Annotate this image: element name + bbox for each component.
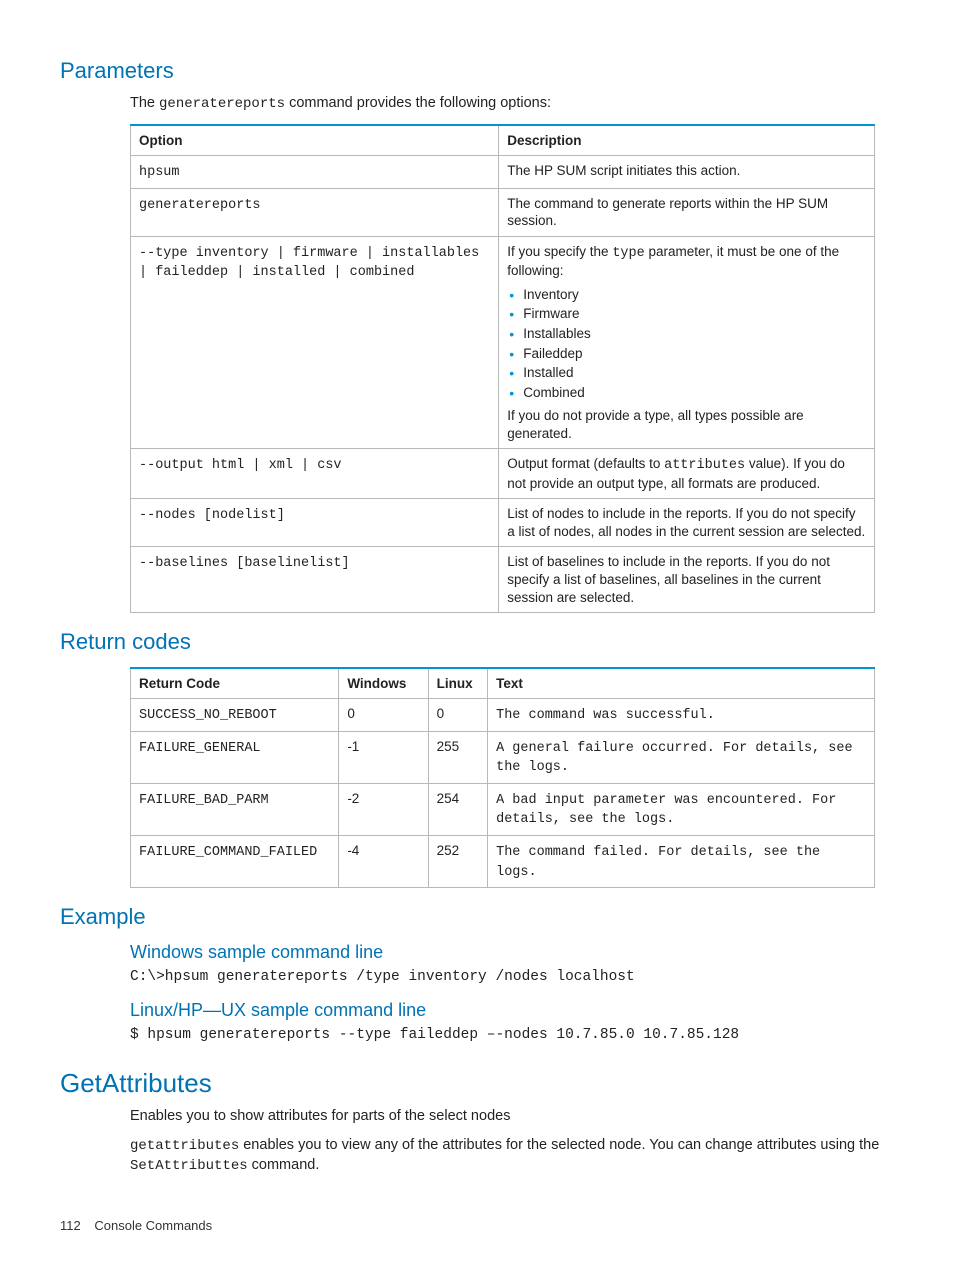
page-footer: 112 Console Commands	[60, 1217, 212, 1235]
option-cell: generatereports	[139, 198, 261, 213]
option-cell: --nodes [nodelist]	[139, 508, 285, 523]
table-row: FAILURE_GENERAL -1 255 A general failure…	[131, 731, 875, 783]
rc-code: FAILURE_GENERAL	[139, 741, 261, 756]
page-number: 112	[60, 1218, 81, 1233]
intro-suffix: command provides the following options:	[285, 95, 551, 111]
option-cell: --baselines [baselinelist]	[139, 556, 350, 571]
table-row: FAILURE_COMMAND_FAILED -4 252 The comman…	[131, 836, 875, 888]
heading-example: Example	[60, 902, 894, 932]
linux-command-line: $ hpsum generatereports --type faileddep…	[130, 1026, 894, 1046]
table-row: SUCCESS_NO_REBOOT 0 0 The command was su…	[131, 699, 875, 732]
table-row: generatereports The command to generate …	[131, 188, 875, 236]
options-table: Option Description hpsum The HP SUM scri…	[130, 124, 875, 613]
rc-th-text: Text	[488, 668, 875, 699]
rc-th-code: Return Code	[131, 668, 339, 699]
rc-text: The command failed. For details, see the…	[496, 845, 820, 880]
getattributes-body: Enables you to show attributes for parts…	[130, 1107, 894, 1176]
rc-text: A bad input parameter was encountered. F…	[496, 793, 836, 828]
list-item: Installables	[507, 325, 866, 343]
footer-title: Console Commands	[94, 1218, 212, 1233]
list-item: Inventory	[507, 286, 866, 304]
heading-linux-sample: Linux/HP—UX sample command line	[130, 998, 894, 1022]
table-row: --output html | xml | csv Output format …	[131, 449, 875, 499]
parameters-intro: The generatereports command provides the…	[130, 94, 894, 114]
getattributes-line1: Enables you to show attributes for parts…	[130, 1107, 894, 1127]
rc-linux: 254	[428, 783, 488, 835]
table-row: --type inventory | firmware | installabl…	[131, 236, 875, 448]
table-row: FAILURE_BAD_PARM -2 254 A bad input para…	[131, 783, 875, 835]
getattributes-mid: enables you to view any of the attribute…	[239, 1137, 879, 1153]
rc-code: FAILURE_COMMAND_FAILED	[139, 845, 317, 860]
desc-pre: Output format (defaults to	[507, 456, 664, 471]
options-th-description: Description	[499, 125, 875, 156]
getattributes-code1: getattributes	[130, 1138, 239, 1154]
rc-linux: 252	[428, 836, 488, 888]
rc-code: FAILURE_BAD_PARM	[139, 793, 269, 808]
table-row: hpsum The HP SUM script initiates this a…	[131, 156, 875, 189]
option-cell: hpsum	[139, 165, 180, 180]
table-row: --nodes [nodelist] List of nodes to incl…	[131, 499, 875, 547]
description-cell: Output format (defaults to attributes va…	[499, 449, 875, 499]
rc-th-linux: Linux	[428, 668, 488, 699]
list-item: Combined	[507, 384, 866, 402]
heading-windows-sample: Windows sample command line	[130, 940, 894, 964]
rc-windows: -4	[339, 836, 428, 888]
list-item: Firmware	[507, 305, 866, 323]
parameters-body: The generatereports command provides the…	[130, 94, 894, 613]
heading-return-codes: Return codes	[60, 627, 894, 657]
getattributes-code2: SetAttributtes	[130, 1158, 248, 1174]
description-cell: The command to generate reports within t…	[499, 188, 875, 236]
list-item: Faileddep	[507, 345, 866, 363]
rc-text: A general failure occurred. For details,…	[496, 741, 852, 776]
description-cell: List of nodes to include in the reports.…	[499, 499, 875, 547]
option-cell: --output html | xml | csv	[139, 458, 342, 473]
description-cell: If you specify the type parameter, it mu…	[499, 236, 875, 448]
desc-code: type	[612, 246, 644, 261]
rc-linux: 255	[428, 731, 488, 783]
returncodes-table: Return Code Windows Linux Text SUCCESS_N…	[130, 667, 875, 888]
intro-prefix: The	[130, 95, 159, 111]
description-cell: The HP SUM script initiates this action.	[499, 156, 875, 189]
intro-code: generatereports	[159, 96, 285, 112]
heading-parameters: Parameters	[60, 56, 894, 86]
page: Parameters The generatereports command p…	[0, 0, 954, 1271]
getattributes-end: command.	[248, 1157, 320, 1173]
table-header-row: Option Description	[131, 125, 875, 156]
heading-getattributes: GetAttributes	[60, 1066, 894, 1101]
rc-windows: -1	[339, 731, 428, 783]
rc-linux: 0	[428, 699, 488, 732]
desc-after: If you do not provide a type, all types …	[507, 408, 803, 441]
getattributes-para: getattributes enables you to view any of…	[130, 1136, 894, 1176]
rc-text: The command was successful.	[496, 708, 715, 723]
rc-windows: 0	[339, 699, 428, 732]
option-cell: --type inventory | firmware | installabl…	[139, 246, 479, 281]
rc-code: SUCCESS_NO_REBOOT	[139, 708, 277, 723]
rc-windows: -2	[339, 783, 428, 835]
rc-th-windows: Windows	[339, 668, 428, 699]
windows-command-line: C:\>hpsum generatereports /type inventor…	[130, 968, 894, 988]
table-header-row: Return Code Windows Linux Text	[131, 668, 875, 699]
example-body: Windows sample command line C:\>hpsum ge…	[130, 940, 894, 1046]
returncodes-body: Return Code Windows Linux Text SUCCESS_N…	[130, 667, 894, 888]
desc-pre: If you specify the	[507, 244, 612, 259]
options-th-option: Option	[131, 125, 499, 156]
description-cell: List of baselines to include in the repo…	[499, 547, 875, 613]
type-bullets: Inventory Firmware Installables Failedde…	[507, 286, 866, 401]
desc-code: attributes	[664, 458, 745, 473]
list-item: Installed	[507, 364, 866, 382]
table-row: --baselines [baselinelist] List of basel…	[131, 547, 875, 613]
